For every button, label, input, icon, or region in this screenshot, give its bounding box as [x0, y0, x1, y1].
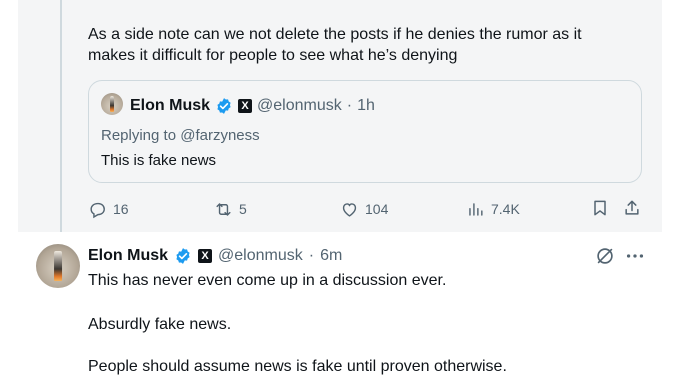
thread-line	[60, 0, 62, 232]
repost-icon	[216, 202, 231, 216]
quoted-tweet-time[interactable]: 1h	[357, 97, 375, 115]
bookmark-button[interactable]	[590, 198, 612, 220]
x-affiliate-icon: X	[198, 249, 213, 263]
dot-separator: ·	[308, 247, 315, 264]
reply-tweet-header: Elon Musk X @elonmusk · 6m	[88, 245, 342, 267]
quoted-author-handle[interactable]: @elonmusk	[257, 97, 342, 115]
views-count: 7.4K	[491, 201, 520, 217]
dot-separator: ·	[346, 97, 353, 114]
tweet-time[interactable]: 6m	[320, 247, 342, 265]
reply-count: 16	[113, 201, 129, 217]
reply-tweet-line: This has never even come up in a discuss…	[88, 272, 447, 289]
like-action[interactable]: 104	[340, 198, 388, 220]
share-icon	[625, 200, 639, 215]
reply-action[interactable]: 16	[88, 198, 129, 220]
quoted-tweet-header: Elon Musk X @elonmusk · 1h	[130, 96, 375, 116]
like-count: 104	[365, 201, 389, 217]
grok-icon[interactable]	[594, 245, 616, 267]
author-name[interactable]: Elon Musk	[88, 247, 168, 265]
views-action[interactable]: 7.4K	[466, 198, 520, 220]
reply-icon	[90, 202, 105, 218]
x-affiliate-icon: X	[238, 99, 253, 113]
parent-tweet-text: As a side note can we not delete the pos…	[88, 24, 648, 66]
reply-tweet-line: Absurdly fake news.	[88, 316, 232, 333]
views-icon	[469, 202, 483, 216]
parent-tweet-text-line: makes it difficult for people to see wha…	[88, 47, 458, 64]
like-icon	[342, 202, 357, 217]
share-button[interactable]	[622, 198, 644, 220]
author-handle[interactable]: @elonmusk	[218, 247, 303, 265]
quoted-avatar[interactable]	[101, 93, 123, 115]
reply-tweet-line: People should assume news is fake until …	[88, 358, 507, 375]
quoted-tweet-text: This is fake news	[101, 152, 217, 169]
more-icon[interactable]	[624, 245, 646, 267]
replying-to-label: Replying to @farzyness	[101, 127, 260, 144]
author-avatar[interactable]	[36, 244, 80, 288]
repost-action[interactable]: 5	[214, 198, 247, 220]
bookmark-icon	[594, 200, 606, 216]
verified-badge-icon	[176, 248, 190, 264]
parent-tweet-text-line: As a side note can we not delete the pos…	[88, 26, 582, 43]
verified-badge-icon	[217, 98, 231, 114]
quoted-author-name[interactable]: Elon Musk	[130, 97, 210, 115]
repost-count: 5	[239, 201, 247, 217]
